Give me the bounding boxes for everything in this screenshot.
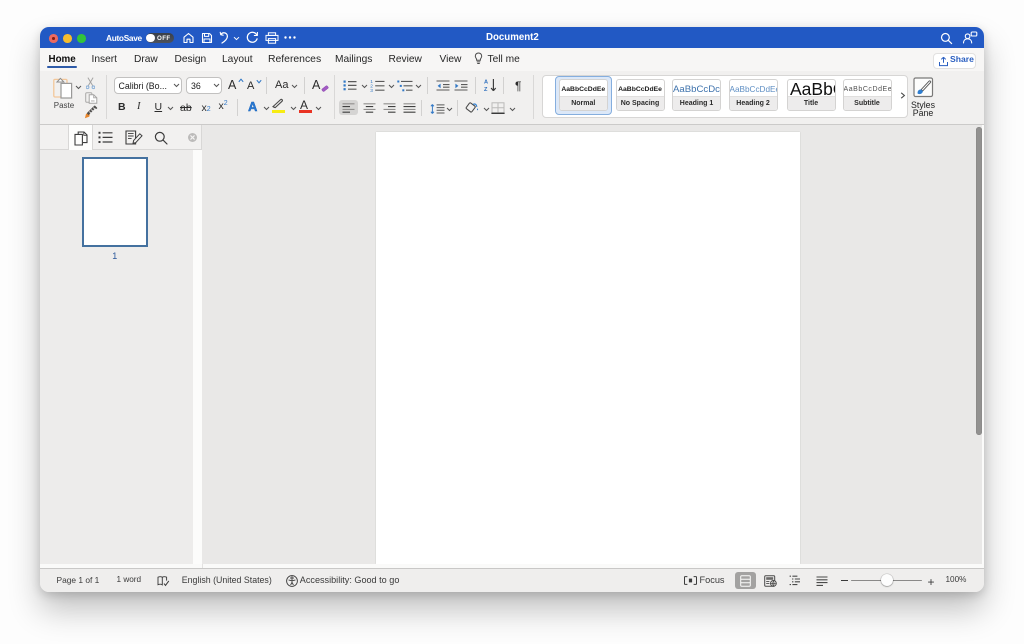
svg-text:3: 3 [370,88,373,92]
svg-text:A: A [484,80,488,86]
svg-text:Z: Z [484,87,488,92]
